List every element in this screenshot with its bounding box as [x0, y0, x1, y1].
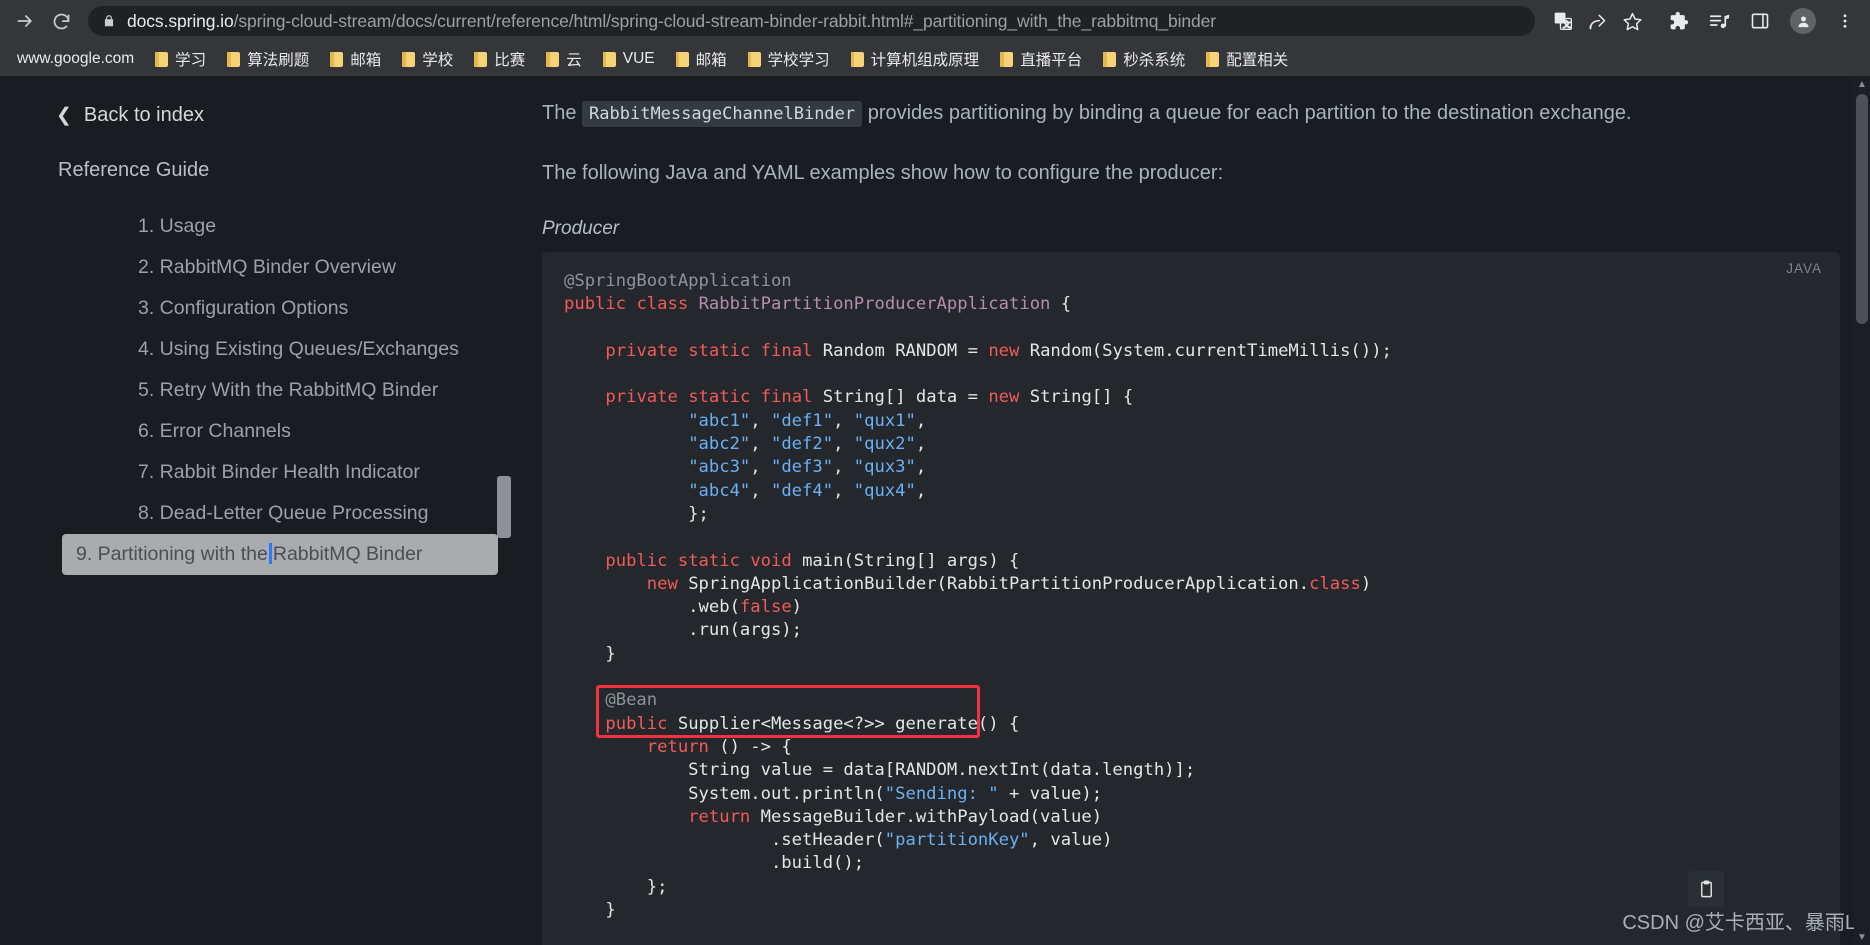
url-path: /spring-cloud-stream/docs/current/refere… [233, 10, 1217, 31]
bookmark-label: 算法刷题 [247, 52, 310, 69]
sidebar-toc-item[interactable]: 7. Rabbit Binder Health Indicator [62, 452, 498, 493]
url-text: docs.spring.io/spring-cloud-stream/docs/… [127, 11, 1216, 32]
profile-avatar-icon[interactable] [1790, 8, 1816, 34]
page-scrollbar[interactable]: ▲ ▼ [1854, 76, 1870, 945]
folder-icon [155, 51, 169, 67]
bookmark-label: 计算机组成原理 [870, 52, 980, 69]
svg-text:文: 文 [1563, 19, 1571, 29]
sidebar-toc-item-active[interactable]: 9. Partitioning with the RabbitMQ Binder [62, 534, 498, 575]
folder-icon [330, 51, 344, 67]
url-domain: docs.spring.io [127, 10, 234, 31]
page-body: ❮ Back to index Reference Guide 1. Usage… [0, 76, 1870, 945]
sidebar-toc-list: 1. Usage 2. RabbitMQ Binder Overview 3. Co… [0, 206, 512, 575]
bookmark-label: 学校学习 [767, 52, 830, 69]
bookmark-item[interactable]: 学校 [393, 44, 462, 74]
sidebar-navigation: ❮ Back to index Reference Guide 1. Usage… [0, 76, 512, 945]
sidebar-toc-item[interactable]: 5. Retry With the RabbitMQ Binder [62, 370, 498, 411]
three-dot-menu-icon[interactable] [1836, 12, 1854, 30]
lock-icon [102, 14, 116, 28]
browser-toolbar: docs.spring.io/spring-cloud-stream/docs/… [0, 0, 1870, 42]
folder-icon [402, 51, 416, 67]
sidebar-toc-item[interactable]: 4. Using Existing Queues/Exchanges [62, 329, 498, 370]
active-item-suffix: RabbitMQ Binder [272, 543, 423, 565]
java-source-code[interactable]: @SpringBootApplication public class Rabb… [560, 270, 1840, 945]
translate-icon[interactable]: G 文 [1553, 11, 1573, 31]
bookmark-label: 学校 [422, 52, 454, 69]
inline-code-binder: RabbitMessageChannelBinder [582, 101, 863, 127]
address-bar[interactable]: docs.spring.io/spring-cloud-stream/docs/… [88, 6, 1535, 36]
bookmark-label: 直播平台 [1020, 52, 1083, 69]
bookmark-label: 邮箱 [695, 52, 727, 69]
scroll-down-arrow[interactable]: ▼ [1854, 929, 1870, 945]
back-to-index-label: Back to index [83, 104, 204, 126]
bookmark-label: VUE [622, 50, 655, 67]
star-icon[interactable] [1622, 11, 1643, 32]
folder-icon [675, 51, 689, 67]
folder-icon [1103, 51, 1117, 67]
reload-button[interactable] [46, 6, 76, 36]
chevron-left-icon: ❮ [56, 105, 72, 126]
csdn-watermark: CSDN @艾卡西亚、暴雨L [1622, 912, 1856, 934]
bookmark-item[interactable]: 计算机组成原理 [842, 44, 989, 74]
browser-tool-icons [1649, 8, 1860, 34]
bookmark-item[interactable]: 直播平台 [991, 44, 1091, 74]
page-scrollbar-thumb[interactable] [1856, 94, 1868, 324]
examples-paragraph: The following Java and YAML examples sho… [542, 162, 1224, 184]
clipboard-copy-icon[interactable] [1688, 871, 1724, 907]
folder-icon [546, 51, 560, 67]
bookmark-item[interactable]: 比赛 [465, 44, 534, 74]
sidebar-toc-item[interactable]: 1. Usage [62, 206, 498, 247]
folder-icon [1000, 51, 1014, 67]
sidebar-section-title: Reference Guide [58, 159, 210, 181]
bookmark-item[interactable]: VUE [594, 46, 664, 72]
side-panel-icon[interactable] [1750, 11, 1770, 31]
folder-icon [602, 51, 616, 67]
bookmark-item[interactable]: 邮箱 [667, 44, 736, 74]
sidebar-toc-item[interactable]: 8. Dead-Letter Queue Processing [62, 493, 498, 534]
back-to-index-link[interactable]: ❮ Back to index [0, 98, 512, 127]
folder-icon [747, 51, 761, 67]
forward-button[interactable] [10, 6, 40, 36]
producer-block-title: Producer [542, 218, 620, 239]
folder-icon [474, 51, 488, 67]
intro-paragraph: The RabbitMessageChannelBinder provides … [542, 98, 1840, 128]
media-playlist-icon[interactable] [1709, 11, 1730, 32]
bookmark-item[interactable]: 学习 [146, 44, 215, 74]
scroll-up-arrow[interactable]: ▲ [1854, 76, 1870, 92]
active-item-prefix: 9. Partitioning with the [76, 543, 268, 565]
bookmark-item[interactable]: 算法刷题 [218, 44, 318, 74]
bookmark-label: 邮箱 [350, 52, 382, 69]
sidebar-toc-item[interactable]: 3. Configuration Options [62, 288, 498, 329]
puzzle-icon[interactable] [1669, 11, 1689, 31]
bookmark-item[interactable]: www.google.com [8, 46, 143, 72]
bookmark-item[interactable]: 云 [537, 44, 591, 74]
folder-icon [850, 51, 864, 67]
bookmark-item[interactable]: 秒杀系统 [1094, 44, 1194, 74]
bookmark-label: 学习 [175, 52, 207, 69]
bookmark-label: 比赛 [494, 52, 526, 69]
content-inner-scrollbar-thumb[interactable] [497, 476, 511, 538]
intro-paragraph-after: provides partitioning by binding a queue… [862, 102, 1632, 124]
bookmark-label: www.google.com [17, 50, 135, 67]
bookmark-label: 配置相关 [1226, 52, 1289, 69]
sidebar-toc-item[interactable]: 2. RabbitMQ Binder Overview [62, 247, 498, 288]
text-caret [268, 543, 272, 564]
bookmark-item[interactable]: 邮箱 [321, 44, 390, 74]
bookmark-item[interactable]: 学校学习 [739, 44, 839, 74]
bookmark-item[interactable]: 配置相关 [1197, 44, 1297, 74]
folder-icon [227, 51, 241, 67]
code-block-producer: JAVA @SpringBootApplication public class… [542, 252, 1840, 945]
folder-icon [1206, 51, 1220, 67]
bookmarks-bar: www.google.com 学习 算法刷题 邮箱 学校 比赛 云 VUE 邮箱 学校学习 计算机组… [0, 42, 1870, 76]
language-badge: JAVA [1786, 261, 1822, 276]
main-content: The RabbitMessageChannelBinder provides … [512, 76, 1870, 945]
sidebar-toc-item[interactable]: 6. Error Channels [62, 411, 498, 452]
omnibox-actions: G 文 [1553, 11, 1643, 32]
share-icon[interactable] [1587, 11, 1608, 32]
bookmark-label: 云 [566, 52, 582, 69]
intro-paragraph-before: The [542, 102, 583, 124]
bookmark-label: 秒杀系统 [1123, 52, 1186, 69]
